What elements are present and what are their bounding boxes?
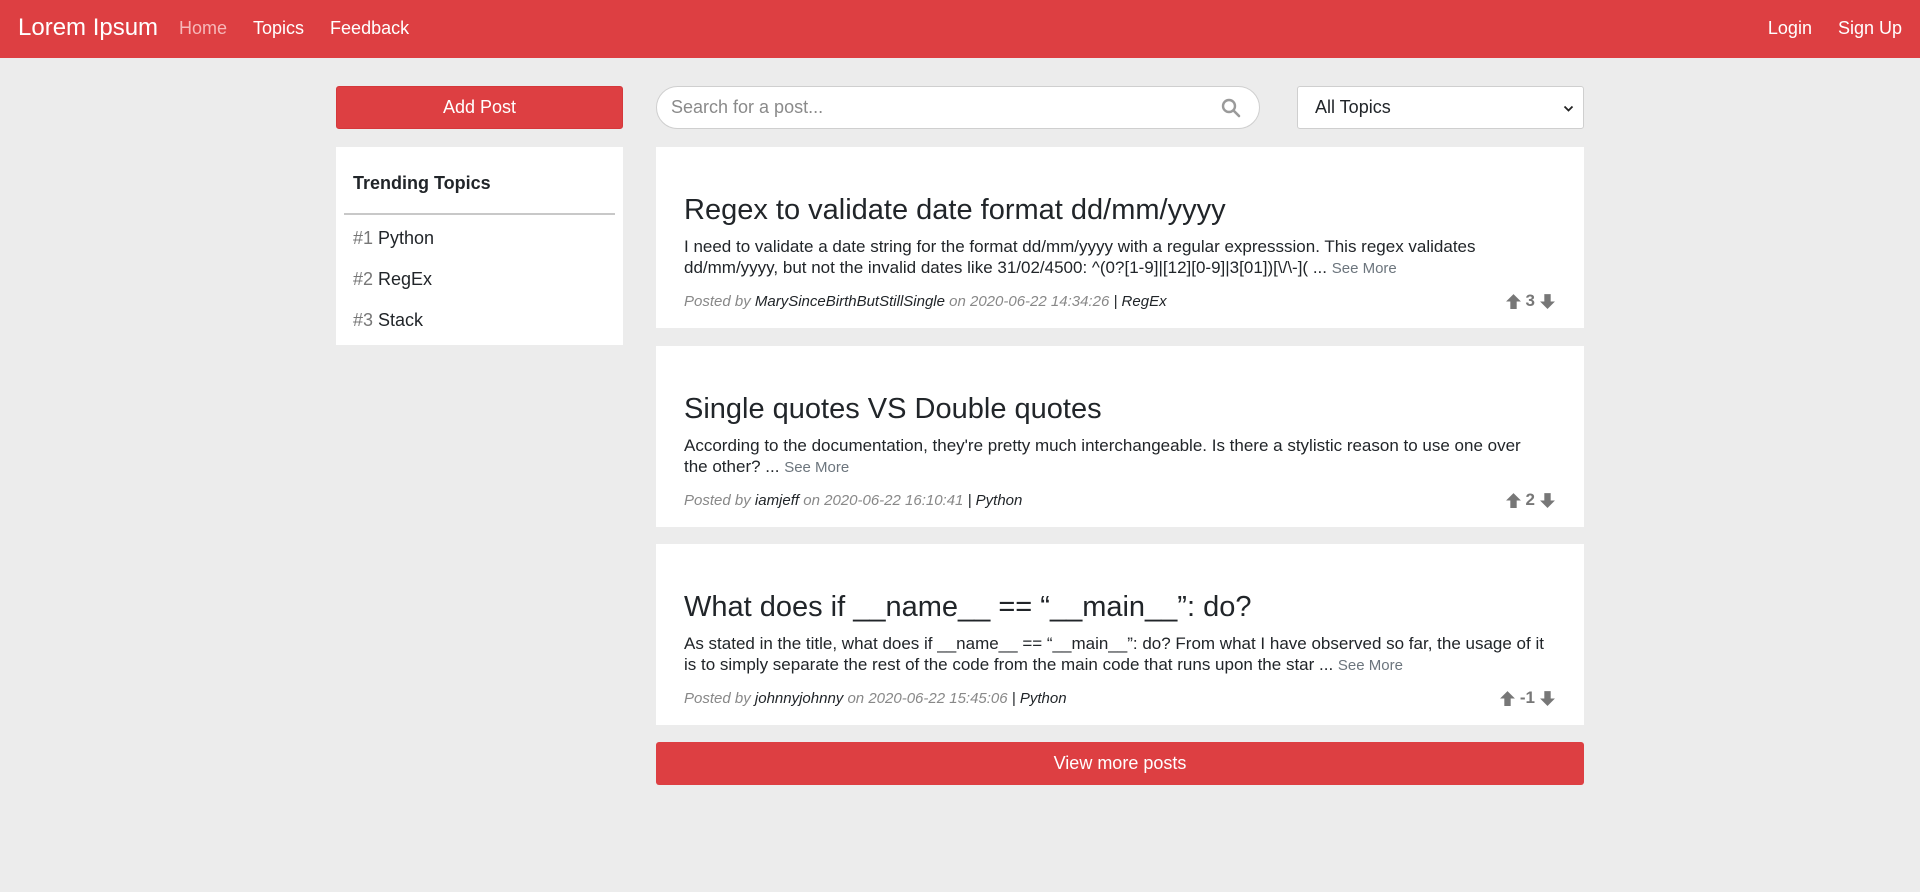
post-excerpt: According to the documentation, they're …: [684, 435, 1544, 478]
post-card: Single quotes VS Double quotes According…: [656, 346, 1584, 527]
downvote-arrow-icon[interactable]: [1539, 690, 1556, 707]
post-title[interactable]: Regex to validate date format dd/mm/yyyy: [684, 192, 1226, 228]
auth-nav: Login Sign Up: [1768, 17, 1902, 39]
post-meta: Posted by iamjeff on 2020-06-22 16:10:41…: [684, 492, 1022, 509]
see-more-link[interactable]: See More: [784, 459, 849, 476]
vote-count: -1: [1519, 688, 1535, 707]
post-card: What does if __name__ == “__main__”: do?…: [656, 544, 1584, 725]
post-topic[interactable]: RegEx: [1122, 293, 1167, 310]
post-author[interactable]: johnnyjohnny: [755, 690, 843, 707]
topic-rank: #3: [353, 310, 374, 330]
on-label: on: [803, 492, 820, 509]
top-navbar: Lorem Ipsum Home Topics Feedback Login S…: [0, 0, 1920, 58]
topic-filter-select[interactable]: All Topics: [1297, 86, 1584, 129]
post-meta: Posted by MarySinceBirthButStillSingle o…: [684, 293, 1167, 310]
on-label: on: [847, 690, 865, 707]
posted-by-label: Posted by: [684, 492, 751, 509]
post-meta: Posted by johnnyjohnny on 2020-06-22 15:…: [684, 690, 1067, 707]
vote-count: 3: [1525, 291, 1535, 310]
topic-name: Python: [378, 228, 435, 248]
post-excerpt: I need to validate a date string for the…: [684, 236, 1544, 279]
vote-controls: 3: [1505, 291, 1556, 311]
vote-controls: -1: [1499, 688, 1556, 708]
trending-topic-item[interactable]: #2 RegEx: [353, 269, 432, 290]
vote-count: 2: [1525, 490, 1535, 509]
topic-rank: #1: [353, 228, 374, 248]
nav-home[interactable]: Home: [179, 17, 227, 39]
post-card: Regex to validate date format dd/mm/yyyy…: [656, 147, 1584, 328]
vote-controls: 2: [1505, 490, 1556, 510]
chevron-down-icon: [1563, 105, 1574, 112]
downvote-arrow-icon[interactable]: [1539, 492, 1556, 509]
meta-separator: |: [1113, 293, 1118, 310]
trending-topic-item[interactable]: #3 Stack: [353, 310, 423, 331]
trending-topic-item[interactable]: #1 Python: [353, 228, 434, 249]
topic-rank: #2: [353, 269, 374, 289]
view-more-posts-button[interactable]: View more posts: [656, 742, 1584, 785]
post-title[interactable]: Single quotes VS Double quotes: [684, 391, 1102, 427]
post-date: 2020-06-22 14:34:26: [970, 293, 1110, 310]
post-author[interactable]: iamjeff: [755, 492, 799, 509]
post-excerpt-text: As stated in the title, what does if __n…: [684, 634, 1544, 674]
see-more-link[interactable]: See More: [1332, 260, 1397, 277]
nav-feedback[interactable]: Feedback: [330, 17, 409, 39]
divider: [344, 213, 615, 215]
search-input[interactable]: [671, 97, 1191, 118]
trending-topics-panel: Trending Topics #1 Python #2 RegEx #3 St…: [336, 147, 623, 345]
topic-filter-value: All Topics: [1315, 97, 1391, 117]
see-more-link[interactable]: See More: [1338, 657, 1403, 674]
post-topic[interactable]: Python: [1020, 690, 1067, 707]
on-label: on: [949, 293, 966, 310]
posted-by-label: Posted by: [684, 690, 751, 707]
post-excerpt: As stated in the title, what does if __n…: [684, 633, 1544, 676]
search-bar: [656, 86, 1260, 129]
trending-topics-heading: Trending Topics: [353, 173, 491, 193]
topic-name: RegEx: [378, 269, 433, 289]
post-date: 2020-06-22 15:45:06: [868, 690, 1008, 707]
meta-separator: |: [967, 492, 972, 509]
signup-link[interactable]: Sign Up: [1838, 17, 1902, 39]
upvote-arrow-icon[interactable]: [1505, 293, 1522, 310]
post-title[interactable]: What does if __name__ == “__main__”: do?: [684, 589, 1251, 625]
post-date: 2020-06-22 16:10:41: [824, 492, 964, 509]
meta-separator: |: [1011, 690, 1016, 707]
add-post-button[interactable]: Add Post: [336, 86, 623, 129]
upvote-arrow-icon[interactable]: [1499, 690, 1516, 707]
primary-nav: Home Topics Feedback: [179, 17, 409, 39]
downvote-arrow-icon[interactable]: [1539, 293, 1556, 310]
upvote-arrow-icon[interactable]: [1505, 492, 1522, 509]
login-link[interactable]: Login: [1768, 17, 1812, 39]
nav-topics[interactable]: Topics: [253, 17, 304, 39]
brand-logo[interactable]: Lorem Ipsum: [18, 13, 158, 43]
post-author[interactable]: MarySinceBirthButStillSingle: [755, 293, 945, 310]
posted-by-label: Posted by: [684, 293, 751, 310]
post-topic[interactable]: Python: [976, 492, 1023, 509]
search-icon[interactable]: [1221, 98, 1241, 118]
topic-name: Stack: [378, 310, 424, 330]
